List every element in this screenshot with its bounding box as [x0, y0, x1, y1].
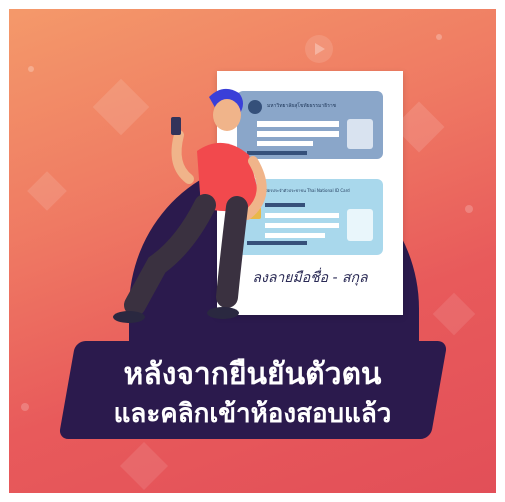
person-illustration	[113, 88, 267, 323]
headline-line2: และคลิกเข้าห้องสอบแล้ว	[113, 399, 392, 429]
headline-line1: หลังจากยืนยันตัวตน	[123, 357, 382, 392]
illustration-frame: มหาวิทยาลัยสุโขทัยธรรมาธิราช บัตรประจำตั…	[9, 9, 496, 493]
